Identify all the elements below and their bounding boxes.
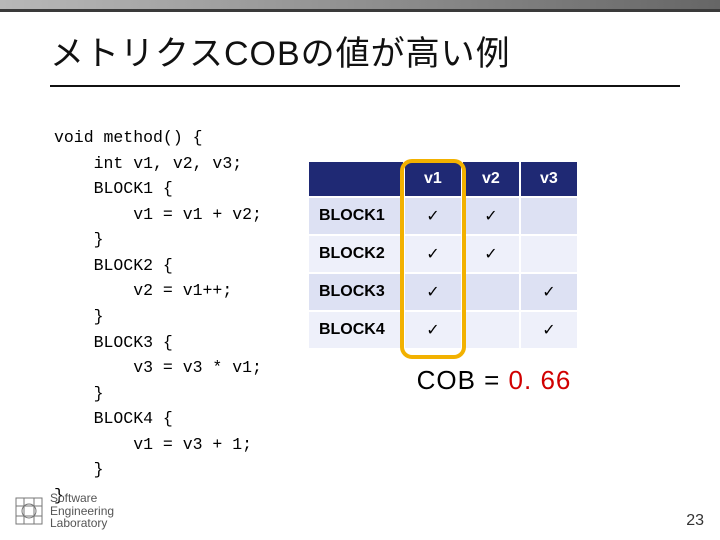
footer: Software Engineering Laboratory 23: [0, 492, 720, 534]
col-header-v2: v2: [462, 161, 520, 197]
cell: [462, 311, 520, 349]
cell: ✓: [404, 197, 462, 235]
cell: ✓: [404, 273, 462, 311]
cell: [462, 273, 520, 311]
row-label: BLOCK2: [308, 235, 404, 273]
cell: ✓: [462, 197, 520, 235]
row-label: BLOCK1: [308, 197, 404, 235]
variable-usage-table: v1 v2 v3 BLOCK1 ✓ ✓ BLOCK2 ✓ ✓: [308, 161, 578, 349]
cell: ✓: [404, 311, 462, 349]
cell: [520, 197, 578, 235]
code-text: void method() { int v1, v2, v3; BLOCK1 {…: [54, 125, 262, 508]
col-header-v3: v3: [520, 161, 578, 197]
cob-result: COB = 0. 66: [308, 365, 680, 396]
cell: [520, 235, 578, 273]
row-label: BLOCK4: [308, 311, 404, 349]
table-row: BLOCK4 ✓ ✓: [308, 311, 578, 349]
col-header-v1: v1: [404, 161, 462, 197]
lab-logo: Software Engineering Laboratory: [14, 492, 114, 530]
title-underline: [50, 85, 680, 87]
code-block: void method() { int v1, v2, v3; BLOCK1 {…: [50, 119, 268, 514]
cob-label: COB =: [417, 365, 509, 395]
cell: ✓: [462, 235, 520, 273]
page-title: メトリクスCOBの値が高い例: [50, 26, 680, 75]
content-area: void method() { int v1, v2, v3; BLOCK1 {…: [0, 93, 720, 514]
cell: ✓: [520, 311, 578, 349]
cell: ✓: [404, 235, 462, 273]
row-label: BLOCK3: [308, 273, 404, 311]
table-corner-blank: [308, 161, 404, 197]
table-row: BLOCK1 ✓ ✓: [308, 197, 578, 235]
logo-icon: [14, 496, 44, 526]
page-number: 23: [686, 512, 704, 530]
table-row: BLOCK3 ✓ ✓: [308, 273, 578, 311]
table-row: BLOCK2 ✓ ✓: [308, 235, 578, 273]
right-column: v1 v2 v3 BLOCK1 ✓ ✓ BLOCK2 ✓ ✓: [308, 119, 680, 514]
cell: ✓: [520, 273, 578, 311]
logo-line1: Software: [50, 492, 114, 505]
cob-value: 0. 66: [509, 365, 572, 395]
lab-logo-text: Software Engineering Laboratory: [50, 492, 114, 530]
title-area: メトリクスCOBの値が高い例: [0, 12, 720, 93]
logo-line3: Laboratory: [50, 517, 114, 530]
top-decorative-band: [0, 0, 720, 12]
